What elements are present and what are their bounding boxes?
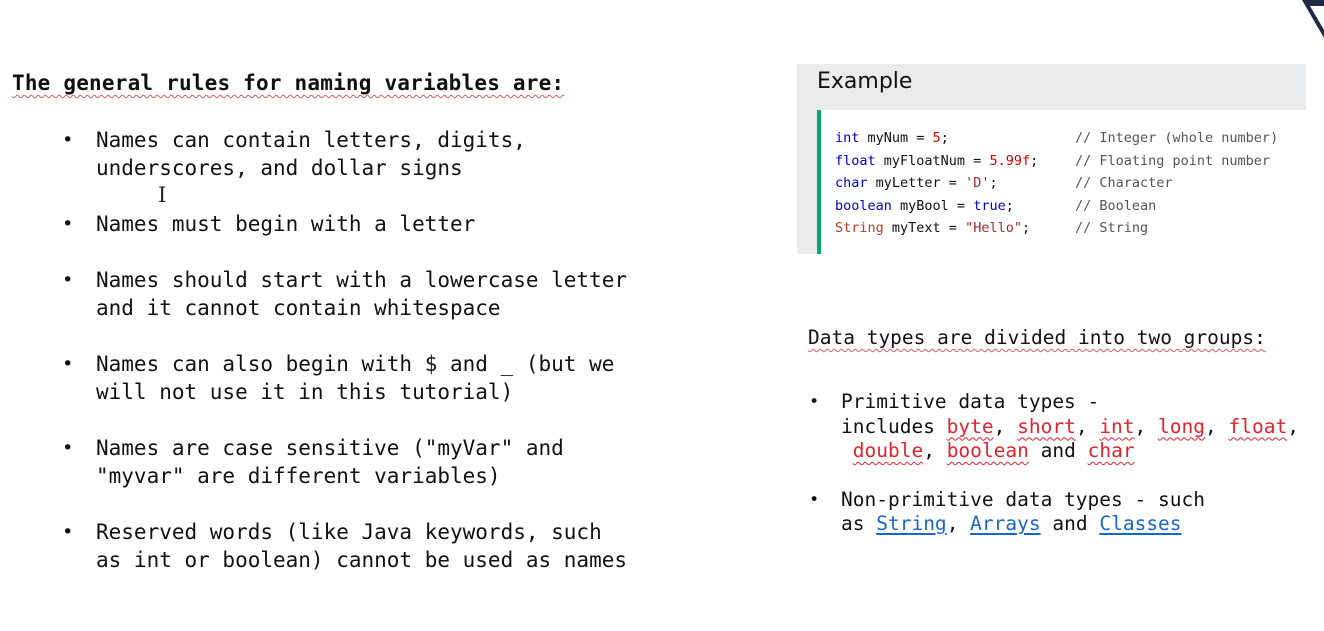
- code-end: ;: [1030, 152, 1039, 169]
- code-type: char: [835, 175, 868, 191]
- text-cursor-icon: I: [158, 183, 167, 207]
- type-float: float: [1228, 414, 1288, 438]
- link-arrays[interactable]: Arrays: [970, 512, 1040, 535]
- primitive-line: Primitive data types -: [841, 390, 1100, 413]
- type-char: char: [1087, 439, 1135, 462]
- code-comment: // Integer (whole number): [1075, 130, 1279, 146]
- code-value: 'D': [965, 175, 990, 191]
- code-end: ;: [1005, 197, 1014, 214]
- code-line: float myFloatNum = 5.99f; // Floating poi…: [835, 150, 1295, 173]
- type-boolean: boolean: [946, 439, 1029, 462]
- code-value: 5.99f: [989, 152, 1031, 169]
- and-word: and: [1052, 512, 1088, 535]
- rule-item: Names can contain letters, digits, under…: [60, 126, 750, 182]
- code-type: String: [835, 220, 884, 236]
- data-type-groups-list: Primitive data types - includes byte, sh…: [808, 390, 1318, 561]
- code-lines: int myNum = 5;// Integer (whole number) …: [835, 127, 1295, 240]
- and-word: and: [1040, 439, 1076, 462]
- rule-line: "myvar" are different variables): [96, 464, 501, 488]
- code-line: String myText = "Hello"; // String: [835, 217, 1295, 240]
- code-name: myNum =: [859, 130, 933, 146]
- rule-line: as int or boolean) cannot be used as nam…: [96, 548, 628, 572]
- group-item-non-primitive: Non-primitive data types - such as Strin…: [808, 488, 1318, 537]
- code-line: boolean myBool = true; // Boolean: [835, 195, 1295, 218]
- link-string[interactable]: String: [876, 512, 946, 535]
- rule-line: Names can also begin with $ and _ (but w…: [96, 352, 615, 376]
- group-item-primitive: Primitive data types - includes byte, sh…: [808, 390, 1318, 464]
- as-word: as: [841, 512, 865, 535]
- rule-item: Reserved words (like Java keywords, such…: [60, 518, 750, 574]
- rule-item: Names must begin with a letter: [60, 210, 750, 238]
- rule-item: Names can also begin with $ and _ (but w…: [60, 350, 750, 406]
- link-classes[interactable]: Classes: [1099, 512, 1181, 535]
- code-comment: // Boolean: [1075, 197, 1157, 214]
- code-type: int: [835, 130, 860, 146]
- code-name: myText =: [883, 220, 966, 236]
- code-line: int myNum = 5; // Integer (whole number): [835, 127, 1295, 150]
- non-primitive-links-line: as String, Arrays and Classes: [841, 512, 1182, 535]
- code-end: ;: [989, 175, 998, 191]
- primitive-types-line: double, boolean and char: [852, 439, 1135, 462]
- type-byte: byte: [946, 414, 994, 438]
- includes-word: includes: [841, 414, 935, 438]
- rule-line: Names should start with a lowercase lett…: [96, 268, 628, 292]
- data-types-heading-text: Data types are divided into two groups:: [808, 326, 1266, 349]
- rule-line: Reserved words (like Java keywords, such: [96, 520, 602, 544]
- code-type: float: [835, 152, 876, 169]
- code-end: ;: [940, 130, 949, 146]
- rule-line: underscores, and dollar signs: [96, 156, 463, 180]
- non-primitive-line: Non-primitive data types - such: [841, 487, 1205, 511]
- rule-item: Names should start with a lowercase lett…: [60, 266, 750, 322]
- type-long: long: [1158, 414, 1205, 438]
- corner-decoration-icon: [1302, 0, 1324, 38]
- data-types-heading: Data types are divided into two groups:: [808, 326, 1266, 349]
- rules-heading-text: The general rules for naming variables a…: [12, 71, 565, 95]
- example-panel: Example int myNum = 5; // Integer (whole …: [797, 64, 1306, 254]
- rule-line: Names are case sensitive ("myVar" and: [96, 436, 564, 460]
- code-line: char myLetter = 'D'; // Character: [835, 172, 1295, 195]
- rules-heading: The general rules for naming variables a…: [12, 71, 564, 95]
- code-name: myFloatNum =: [875, 152, 990, 169]
- type-int: int: [1099, 414, 1135, 438]
- code-name: myLetter =: [867, 175, 966, 191]
- code-end: ;: [1021, 220, 1031, 236]
- code-value: "Hello": [965, 220, 1022, 236]
- code-comment: // Character: [1075, 175, 1173, 191]
- example-title: Example: [817, 69, 913, 94]
- rule-line: Names must begin with a letter: [96, 212, 476, 236]
- rule-item: Names are case sensitive ("myVar" and "m…: [60, 434, 750, 490]
- code-type: boolean: [835, 197, 892, 214]
- code-value: true: [973, 197, 1006, 214]
- rule-line: and it cannot contain whitespace: [96, 296, 501, 320]
- type-double: double: [852, 439, 924, 462]
- rule-line: Names can contain letters, digits,: [96, 128, 526, 152]
- code-block: int myNum = 5;// Integer (whole number) …: [817, 110, 1306, 254]
- rule-line: will not use it in this tutorial): [96, 380, 514, 404]
- code-name: myBool =: [891, 197, 974, 214]
- code-value: 5: [932, 130, 941, 146]
- code-comment: // Floating point number: [1075, 152, 1271, 169]
- type-short: short: [1017, 414, 1076, 438]
- code-comment: // String: [1075, 220, 1149, 236]
- primitive-types-line: includes byte, short, int, long, float,: [841, 414, 1299, 438]
